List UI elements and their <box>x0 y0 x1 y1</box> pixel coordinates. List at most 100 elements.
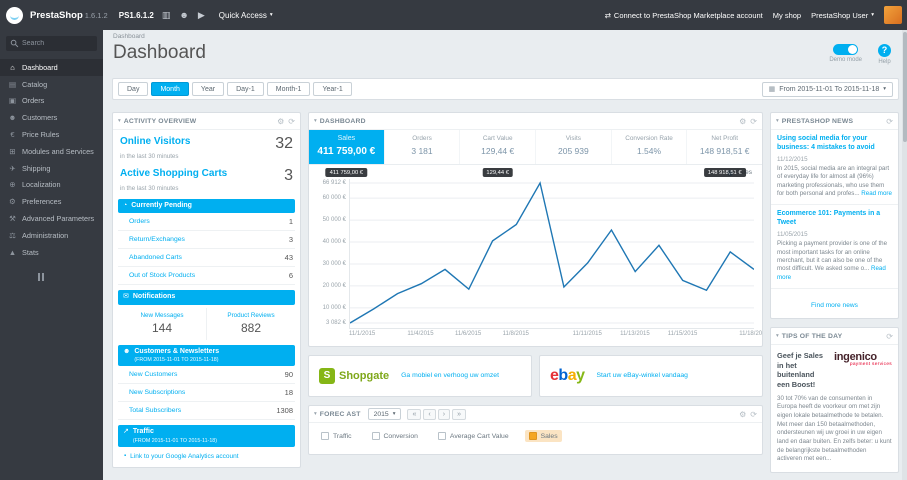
kpi-net-profit[interactable]: Net Profit 148 918,51 € 148 918,51 € <box>686 130 762 177</box>
range-button-year-1[interactable]: Year-1 <box>313 82 352 96</box>
notification-cell[interactable]: Product Reviews 882 <box>207 308 295 340</box>
forecast-toggle-average-cart-value[interactable]: Average Cart Value <box>434 430 513 442</box>
range-button-day-1[interactable]: Day-1 <box>227 82 264 96</box>
sidebar-item-administration[interactable]: ⚖ Administration <box>0 227 103 244</box>
range-button-day[interactable]: Day <box>118 82 149 96</box>
activity-row: Abandoned Carts 43 <box>118 249 295 268</box>
my-shop-link[interactable]: My shop <box>773 11 801 20</box>
sidebar-item-label: Catalog <box>22 79 48 89</box>
refresh-icon[interactable]: ⟳ <box>288 117 295 126</box>
shopgate-logo: S Shopgate <box>319 368 389 384</box>
gear-icon[interactable]: ⚙ <box>739 410 746 419</box>
refresh-icon[interactable]: ⟳ <box>750 117 757 126</box>
section-header: ↗ Traffic (FROM 2015-11-01 TO 2015-11-18) <box>118 425 295 447</box>
sidebar-item-shipping[interactable]: ✈ Shipping <box>0 160 103 177</box>
news-article-title[interactable]: Ecommerce 101: Payments in a Tweet <box>777 210 892 228</box>
marketplace-link[interactable]: ⇄ Connect to PrestaShop Marketplace accou… <box>605 11 763 20</box>
forecast-toggle-sales[interactable]: Sales <box>524 430 562 442</box>
employee-icon[interactable]: ☻ <box>179 10 188 20</box>
sidebar-item-modules-and-services[interactable]: ⊞ Modules and Services <box>0 143 103 160</box>
sidebar-item-catalog[interactable]: ▤ Catalog <box>0 76 103 93</box>
section-header: ✉ Notifications <box>118 290 295 305</box>
kpi-label: Net Profit <box>711 135 739 142</box>
breadcrumb[interactable]: Dashboard <box>113 33 897 40</box>
forecast-toggle-traffic[interactable]: Traffic <box>317 430 356 442</box>
forecast-year-select[interactable]: 2015 ▾ <box>367 408 402 420</box>
sidebar-search[interactable] <box>6 36 97 51</box>
find-more-news-link[interactable]: Find more news <box>811 302 858 309</box>
activity-row-value: 90 <box>284 370 293 380</box>
shop-name[interactable]: PS1.6.1.2 <box>119 11 154 20</box>
gear-icon[interactable]: ⚙ <box>739 117 746 126</box>
demo-mode-toggle[interactable] <box>833 44 859 55</box>
sidebar-item-customers[interactable]: ☻ Customers <box>0 109 103 126</box>
activity-stat-link[interactable]: Active Shopping Carts <box>120 168 227 179</box>
refresh-icon[interactable]: ⟳ <box>886 117 893 126</box>
activity-row-link[interactable]: Out of Stock Products <box>129 272 195 279</box>
sidebar-item-label: Administration <box>22 230 69 240</box>
user-menu[interactable]: PrestaShop User ▾ <box>811 11 874 20</box>
sidebar-item-advanced-parameters[interactable]: ⚒ Advanced Parameters <box>0 210 103 227</box>
page-scrollbar[interactable] <box>902 30 907 480</box>
shopgate-link[interactable]: Ga mobiel en verhoog uw omzet <box>401 372 499 381</box>
sidebar-item-orders[interactable]: ▣ Orders <box>0 93 103 110</box>
shipping-icon: ✈ <box>9 163 16 173</box>
x-axis-label: 11/13/2015 <box>620 331 650 337</box>
help-icon[interactable]: ? <box>878 44 891 57</box>
activity-stat-link[interactable]: Online Visitors <box>120 136 190 147</box>
rocket-icon[interactable]: ▶ <box>198 10 205 21</box>
panel-caret-icon: ▾ <box>118 118 121 124</box>
panel-caret-icon: ▾ <box>776 333 779 340</box>
user-avatar[interactable] <box>884 6 902 24</box>
activity-row: Out of Stock Products 6 <box>118 267 295 286</box>
forecast-next-button[interactable]: › <box>437 408 451 420</box>
news-article-title[interactable]: Using social media for your business: 4 … <box>777 135 892 153</box>
catalog-icon: ▤ <box>8 79 17 89</box>
activity-row-link[interactable]: New Subscriptions <box>129 389 185 396</box>
date-range-text: From 2015-11-01 To 2015-11-18 <box>779 85 880 93</box>
activity-row-link[interactable]: New Customers <box>129 371 177 378</box>
kpi-sales[interactable]: Sales 411 759,00 € 411 759,00 € <box>309 130 384 177</box>
kpi-orders[interactable]: Orders 3 181 <box>383 130 460 164</box>
range-button-group: Day Month Year Day-1 Month-1 Year-1 <box>118 82 355 96</box>
forecast-prev-button[interactable]: ‹ <box>423 408 436 420</box>
kpi-cart-value[interactable]: Cart Value 129,44 € 129,44 € <box>459 130 535 177</box>
sidebar-item-dashboard[interactable]: ⌂ Dashboard <box>0 59 103 76</box>
forecast-toggle-conversion[interactable]: Conversion <box>368 430 422 442</box>
activity-row-value: 1 <box>288 217 293 227</box>
sales-chart[interactable] <box>349 179 754 329</box>
google-analytics-link[interactable]: Link to your Google Analytics account <box>130 453 238 460</box>
demo-mode-label: Demo mode <box>829 57 862 63</box>
range-button-year[interactable]: Year <box>191 82 225 96</box>
cart-icon[interactable]: ▥ <box>162 10 171 21</box>
activity-row-link[interactable]: Total Subscribers <box>129 407 181 414</box>
refresh-icon[interactable]: ⟳ <box>750 410 757 419</box>
range-button-month[interactable]: Month <box>151 82 189 96</box>
y-axis-label: 3 082 € <box>325 320 346 326</box>
quick-access-menu[interactable]: Quick Access ▾ <box>219 11 273 20</box>
sidebar-item-price-rules[interactable]: € Price Rules <box>0 126 103 143</box>
read-more-link[interactable]: Read more <box>861 190 892 197</box>
ebay-link[interactable]: Start uw eBay-winkel vandaag <box>597 372 688 381</box>
sidebar-item-stats[interactable]: ▲ Stats <box>0 244 103 261</box>
kpi-value: 3 181 <box>411 146 433 156</box>
forecast-first-button[interactable]: « <box>407 408 422 420</box>
sidebar-search-input[interactable] <box>22 40 93 47</box>
notification-cell[interactable]: New Messages 144 <box>118 307 207 340</box>
gear-icon[interactable]: ⚙ <box>277 117 284 126</box>
sidebar-item-preferences[interactable]: ⚙ Preferences <box>0 193 103 210</box>
forecast-last-button[interactable]: » <box>452 408 466 420</box>
activity-row-link[interactable]: Return/Exchanges <box>129 236 185 243</box>
range-button-month-1[interactable]: Month-1 <box>266 82 311 96</box>
kpi-visits[interactable]: Visits 205 939 <box>535 130 611 164</box>
kpi-conversion-rate[interactable]: Conversion Rate 1.54% <box>610 130 687 164</box>
section-header: ☻ Customers & Newsletters (FROM 2015-11-01… <box>118 344 295 367</box>
date-range-picker[interactable]: ▦ From 2015-11-01 To 2015-11-18 ▾ <box>761 81 893 97</box>
refresh-icon[interactable]: ⟳ <box>886 332 893 341</box>
sidebar-item-label: Orders <box>22 96 45 106</box>
activity-row-link[interactable]: Abandoned Carts <box>129 254 182 261</box>
scrollbar-thumb[interactable] <box>902 32 907 142</box>
sidebar-item-localization[interactable]: ⊕ Localization <box>0 177 103 194</box>
collapse-sidebar-button[interactable] <box>38 272 103 281</box>
activity-row-link[interactable]: Orders <box>129 218 150 225</box>
